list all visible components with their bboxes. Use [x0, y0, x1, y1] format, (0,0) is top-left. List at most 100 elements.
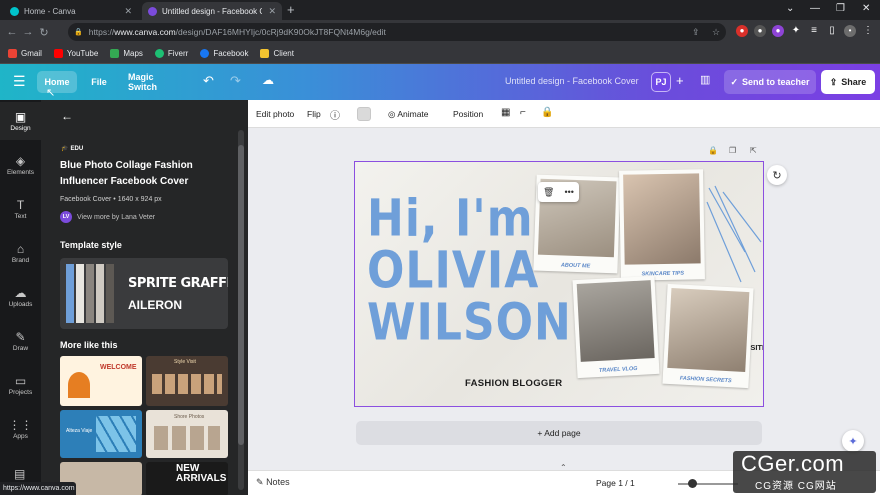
polaroid-travel[interactable]: TRAVEL VLOG	[572, 275, 660, 379]
headline-line-1[interactable]: Hi, I'm	[367, 193, 534, 245]
bookmark-label: Maps	[123, 49, 143, 58]
author-link[interactable]: LV View more by Lana Veter	[60, 211, 155, 223]
address-bar[interactable]: 🔒 https://www.canva.com/design/DAF16MHYI…	[68, 23, 726, 41]
new-tab-icon[interactable]: +	[287, 2, 295, 18]
status-bar-url: https://www.canva.com	[0, 482, 76, 495]
rail-item-design[interactable]: ▣ Design	[0, 102, 41, 140]
forward-icon[interactable]: →	[20, 26, 36, 38]
bookmark-maps[interactable]: Maps	[110, 49, 143, 58]
animate-icon: ◎	[388, 109, 396, 119]
rail-item-text[interactable]: T Text	[0, 190, 41, 228]
back-icon[interactable]: ←	[4, 26, 20, 38]
user-avatar[interactable]: PJ	[651, 72, 671, 92]
design-title[interactable]: Untitled design - Facebook Cover	[505, 76, 639, 86]
lock-page-icon[interactable]: 🔒	[708, 146, 718, 155]
file-menu-button[interactable]: File	[84, 71, 114, 93]
headline-line-3[interactable]: WILSON.	[367, 297, 590, 349]
add-collaborator-icon[interactable]: +	[676, 73, 684, 88]
bookmark-facebook[interactable]: Facebook	[200, 49, 248, 58]
expand-pages-chevron-icon[interactable]: ⌃	[560, 463, 567, 472]
template-thumbnail[interactable]: NEW ARRIVALS	[146, 462, 228, 495]
maximize-icon[interactable]: ❐	[836, 3, 845, 14]
page-indicator[interactable]: Page 1 / 1	[596, 478, 635, 488]
rail-item-brand[interactable]: ⌂ Brand	[0, 234, 41, 272]
url-path: /design/DAF16MHYIjc/0cRj9dK90OkJT8FQNt4M…	[175, 27, 386, 37]
side-panel-icon[interactable]: ▯	[826, 25, 838, 37]
chrome-menu-icon[interactable]: ⋮	[862, 25, 874, 37]
transparency-icon[interactable]: ▦	[501, 107, 510, 118]
template-thumbnail[interactable]: WELCOME	[60, 356, 142, 406]
bookmark-star-icon[interactable]: ☆	[712, 27, 720, 38]
photo-outfit	[667, 288, 750, 372]
tab-home-canva[interactable]: Home - Canva ✕	[4, 2, 138, 20]
share-page-icon[interactable]: ⇪	[692, 27, 700, 38]
undo-icon[interactable]: ↶	[203, 73, 214, 89]
profile-avatar[interactable]: •	[844, 25, 856, 37]
back-arrow-icon[interactable]: ←	[61, 109, 73, 123]
bookmark-youtube[interactable]: YouTube	[53, 49, 98, 58]
template-style-card[interactable]: SPRITE GRAFFITI AILERON	[60, 258, 228, 329]
rail-item-projects[interactable]: ▭ Projects	[0, 366, 41, 404]
bookmark-gmail[interactable]: Gmail	[8, 49, 42, 58]
flip-button[interactable]: Flip	[307, 109, 321, 119]
thumb-text: NEW ARRIVALS	[176, 463, 227, 484]
rail-item-draw[interactable]: ✎ Draw	[0, 322, 41, 360]
info-icon[interactable]: ⓘ	[330, 107, 340, 122]
bookmark-client[interactable]: Client	[260, 49, 294, 58]
reload-icon[interactable]: ↻	[36, 26, 52, 39]
magic-sparkle-icon[interactable]: ✦	[842, 430, 864, 452]
graduation-cap-icon: 🎓	[61, 146, 69, 152]
headline-line-2[interactable]: OLIVIA	[367, 245, 539, 297]
edit-photo-button[interactable]: Edit photo	[256, 109, 294, 119]
delete-trash-icon[interactable]: 🗑	[543, 187, 554, 198]
close-tab-icon[interactable]: ✕	[268, 6, 276, 17]
color-picker-swatch[interactable]	[357, 107, 371, 121]
panel-scrollbar-thumb[interactable]	[238, 145, 244, 445]
redo-icon[interactable]: ↷	[230, 73, 241, 89]
extensions-puzzle-icon[interactable]: ✦	[790, 25, 802, 37]
template-thumbnail[interactable]: Shore Photos	[146, 410, 228, 458]
insights-chart-icon[interactable]: ▥	[700, 73, 710, 86]
position-button[interactable]: Position	[453, 109, 483, 119]
bookmark-fiverr[interactable]: Fiverr	[154, 49, 188, 58]
rail-label: Draw	[12, 344, 29, 352]
rail-item-apps[interactable]: ⋮⋮ Apps	[0, 410, 41, 448]
share-button[interactable]: ⇪ Share	[821, 70, 875, 94]
home-button[interactable]: Home	[37, 71, 77, 93]
tab-untitled-design[interactable]: Untitled design - Facebook Cove ✕	[142, 2, 282, 20]
template-thumbnail[interactable]: Style Visit	[146, 356, 228, 406]
add-page-icon[interactable]: ⇱	[750, 146, 757, 155]
duplicate-page-icon[interactable]: ❐	[729, 146, 736, 155]
hamburger-menu-icon[interactable]: ☰	[13, 73, 26, 90]
reading-list-icon[interactable]: ≡	[808, 25, 820, 37]
magic-switch-button[interactable]: Magic Switch	[120, 71, 188, 93]
rail-item-elements[interactable]: ◈ Elements	[0, 146, 41, 184]
regenerate-icon[interactable]: ↻	[767, 165, 787, 185]
notes-button[interactable]: ✎ Notes	[256, 477, 290, 488]
share-upload-icon: ⇪	[829, 76, 838, 87]
zoom-slider-track[interactable]	[678, 483, 738, 485]
animate-button[interactable]: ◎ Animate	[388, 109, 429, 120]
rail-item-uploads[interactable]: ☁ Uploads	[0, 278, 41, 316]
template-thumbnail[interactable]: Alteza Viaje	[60, 410, 142, 458]
send-to-teacher-button[interactable]: ✓ Send to teacher	[724, 70, 816, 94]
tab-search-icon[interactable]: ⌄	[786, 3, 794, 14]
media-icon[interactable]: ▤	[14, 467, 25, 481]
context-toolbar: Edit photo Flip ⓘ ◎ Animate Position ▦ ⌐…	[248, 100, 880, 128]
cloud-sync-icon[interactable]: ☁	[262, 73, 274, 87]
extension-purple-icon[interactable]: ●	[772, 25, 784, 37]
extension-red-icon[interactable]: ●	[736, 25, 748, 37]
polaroid-skincare[interactable]: SKINCARE TIPS	[619, 169, 705, 281]
extension-gray-icon[interactable]: ●	[754, 25, 766, 37]
close-window-icon[interactable]: ✕	[862, 3, 870, 14]
font-pairing-secondary: AILERON	[128, 298, 182, 312]
close-tab-icon[interactable]: ✕	[124, 6, 132, 17]
add-page-button[interactable]: + Add page	[356, 421, 762, 445]
lock-icon[interactable]: 🔒	[541, 107, 553, 118]
minimize-icon[interactable]: —	[810, 3, 820, 14]
more-options-icon[interactable]: •••	[565, 187, 574, 197]
polaroid-fashion-secrets[interactable]: FASHION SECRETS	[662, 283, 754, 389]
zoom-slider-thumb[interactable]	[688, 479, 697, 488]
subtitle-text[interactable]: FASHION BLOGGER	[465, 378, 562, 389]
paint-roller-icon[interactable]: ⌐	[520, 107, 526, 118]
